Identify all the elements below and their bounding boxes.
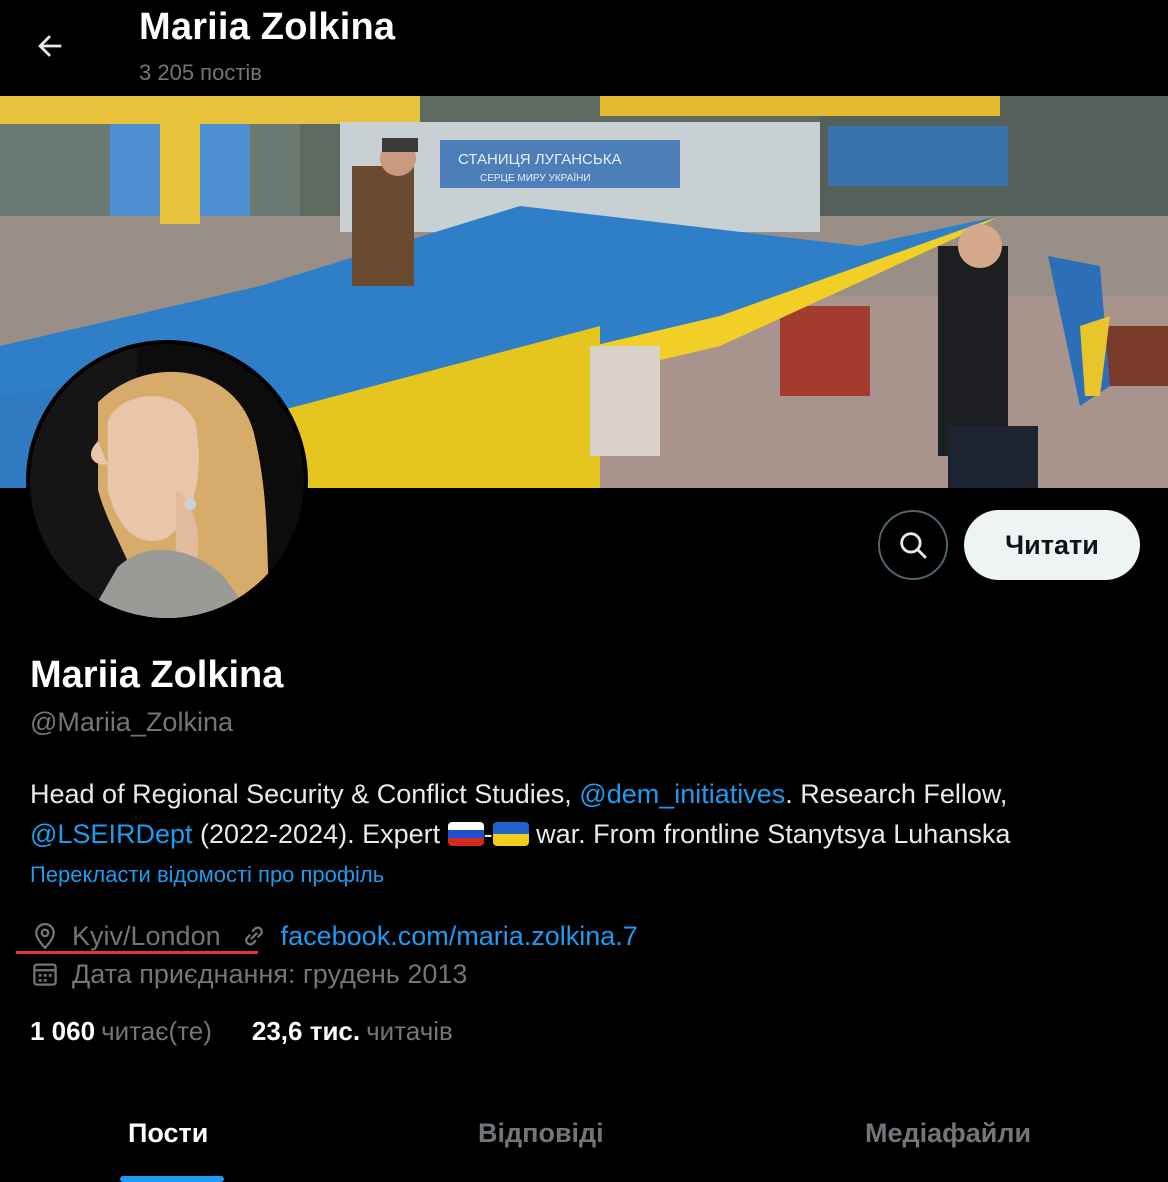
profile-name: Mariia Zolkina xyxy=(30,654,284,696)
following-stat[interactable]: 1 060 читає(те) xyxy=(30,1016,212,1047)
top-bar: Mariia Zolkina 3 205 постів xyxy=(0,0,1168,96)
mention-link[interactable]: @dem_initiatives xyxy=(579,779,785,809)
profile-website-link[interactable]: facebook.com/maria.zolkina.7 xyxy=(281,921,638,952)
profile-meta-joined: Дата приєднання: грудень 2013 xyxy=(30,956,467,992)
bio-text: (2022-2024). Expert xyxy=(192,819,448,849)
following-count: 1 060 xyxy=(30,1016,96,1046)
bio-text: . Research Fellow, xyxy=(785,779,1008,809)
back-button[interactable] xyxy=(26,26,74,66)
header-title: Mariia Zolkina xyxy=(139,6,396,48)
highlight-underline xyxy=(16,951,258,954)
russia-flag-icon xyxy=(447,822,484,846)
followers-label: читачів xyxy=(366,1016,453,1046)
search-profile-button[interactable] xyxy=(878,510,948,580)
profile-join-date: Дата приєднання: грудень 2013 xyxy=(72,958,468,989)
ukraine-flag-icon xyxy=(492,822,529,846)
link-icon xyxy=(239,921,269,951)
follow-button[interactable]: Читати xyxy=(964,510,1140,580)
tab-media[interactable]: Медіафайли xyxy=(865,1118,1031,1149)
search-icon xyxy=(900,532,927,559)
followers-stat[interactable]: 23,6 тис. читачів xyxy=(252,1016,453,1047)
profile-tabs: Пости Відповіді Медіафайли xyxy=(0,1096,1168,1182)
mention-link[interactable]: @LSEIRDept xyxy=(30,819,192,849)
translate-bio-link[interactable]: Перекласти відомості про профіль xyxy=(30,862,384,888)
profile-bio: Head of Regional Security & Conflict Stu… xyxy=(30,774,1150,854)
following-label: читає(те) xyxy=(101,1016,212,1046)
bio-text: Head of Regional Security & Conflict Stu… xyxy=(30,779,580,809)
arrow-left-icon xyxy=(38,35,62,57)
avatar[interactable] xyxy=(26,340,308,622)
calendar-icon xyxy=(30,959,60,989)
sign-line-1: СТАНИЦЯ ЛУГАНСЬКА xyxy=(458,151,621,168)
bio-text: war. From frontline Stanytsya Luhanska xyxy=(528,819,1011,849)
location-pin-icon xyxy=(30,921,60,951)
profile-meta-location-website: Kyiv/London facebook.com/maria.zolkina.7 xyxy=(30,918,638,954)
avatar-image xyxy=(30,344,304,618)
bio-text: - xyxy=(483,819,493,849)
header-posts-count: 3 205 постів xyxy=(139,60,262,85)
follow-stats: 1 060 читає(те) 23,6 тис. читачів xyxy=(30,1016,453,1047)
followers-count: 23,6 тис. xyxy=(251,1016,361,1046)
profile-handle: @Mariia_Zolkina xyxy=(30,707,233,737)
sign-line-2: СЕРЦЕ МИРУ УКРАЇНИ xyxy=(480,172,591,184)
active-tab-indicator xyxy=(120,1176,224,1182)
tab-replies[interactable]: Відповіді xyxy=(478,1118,604,1149)
profile-location: Kyiv/London xyxy=(72,920,221,951)
tab-posts[interactable]: Пости xyxy=(128,1118,208,1149)
